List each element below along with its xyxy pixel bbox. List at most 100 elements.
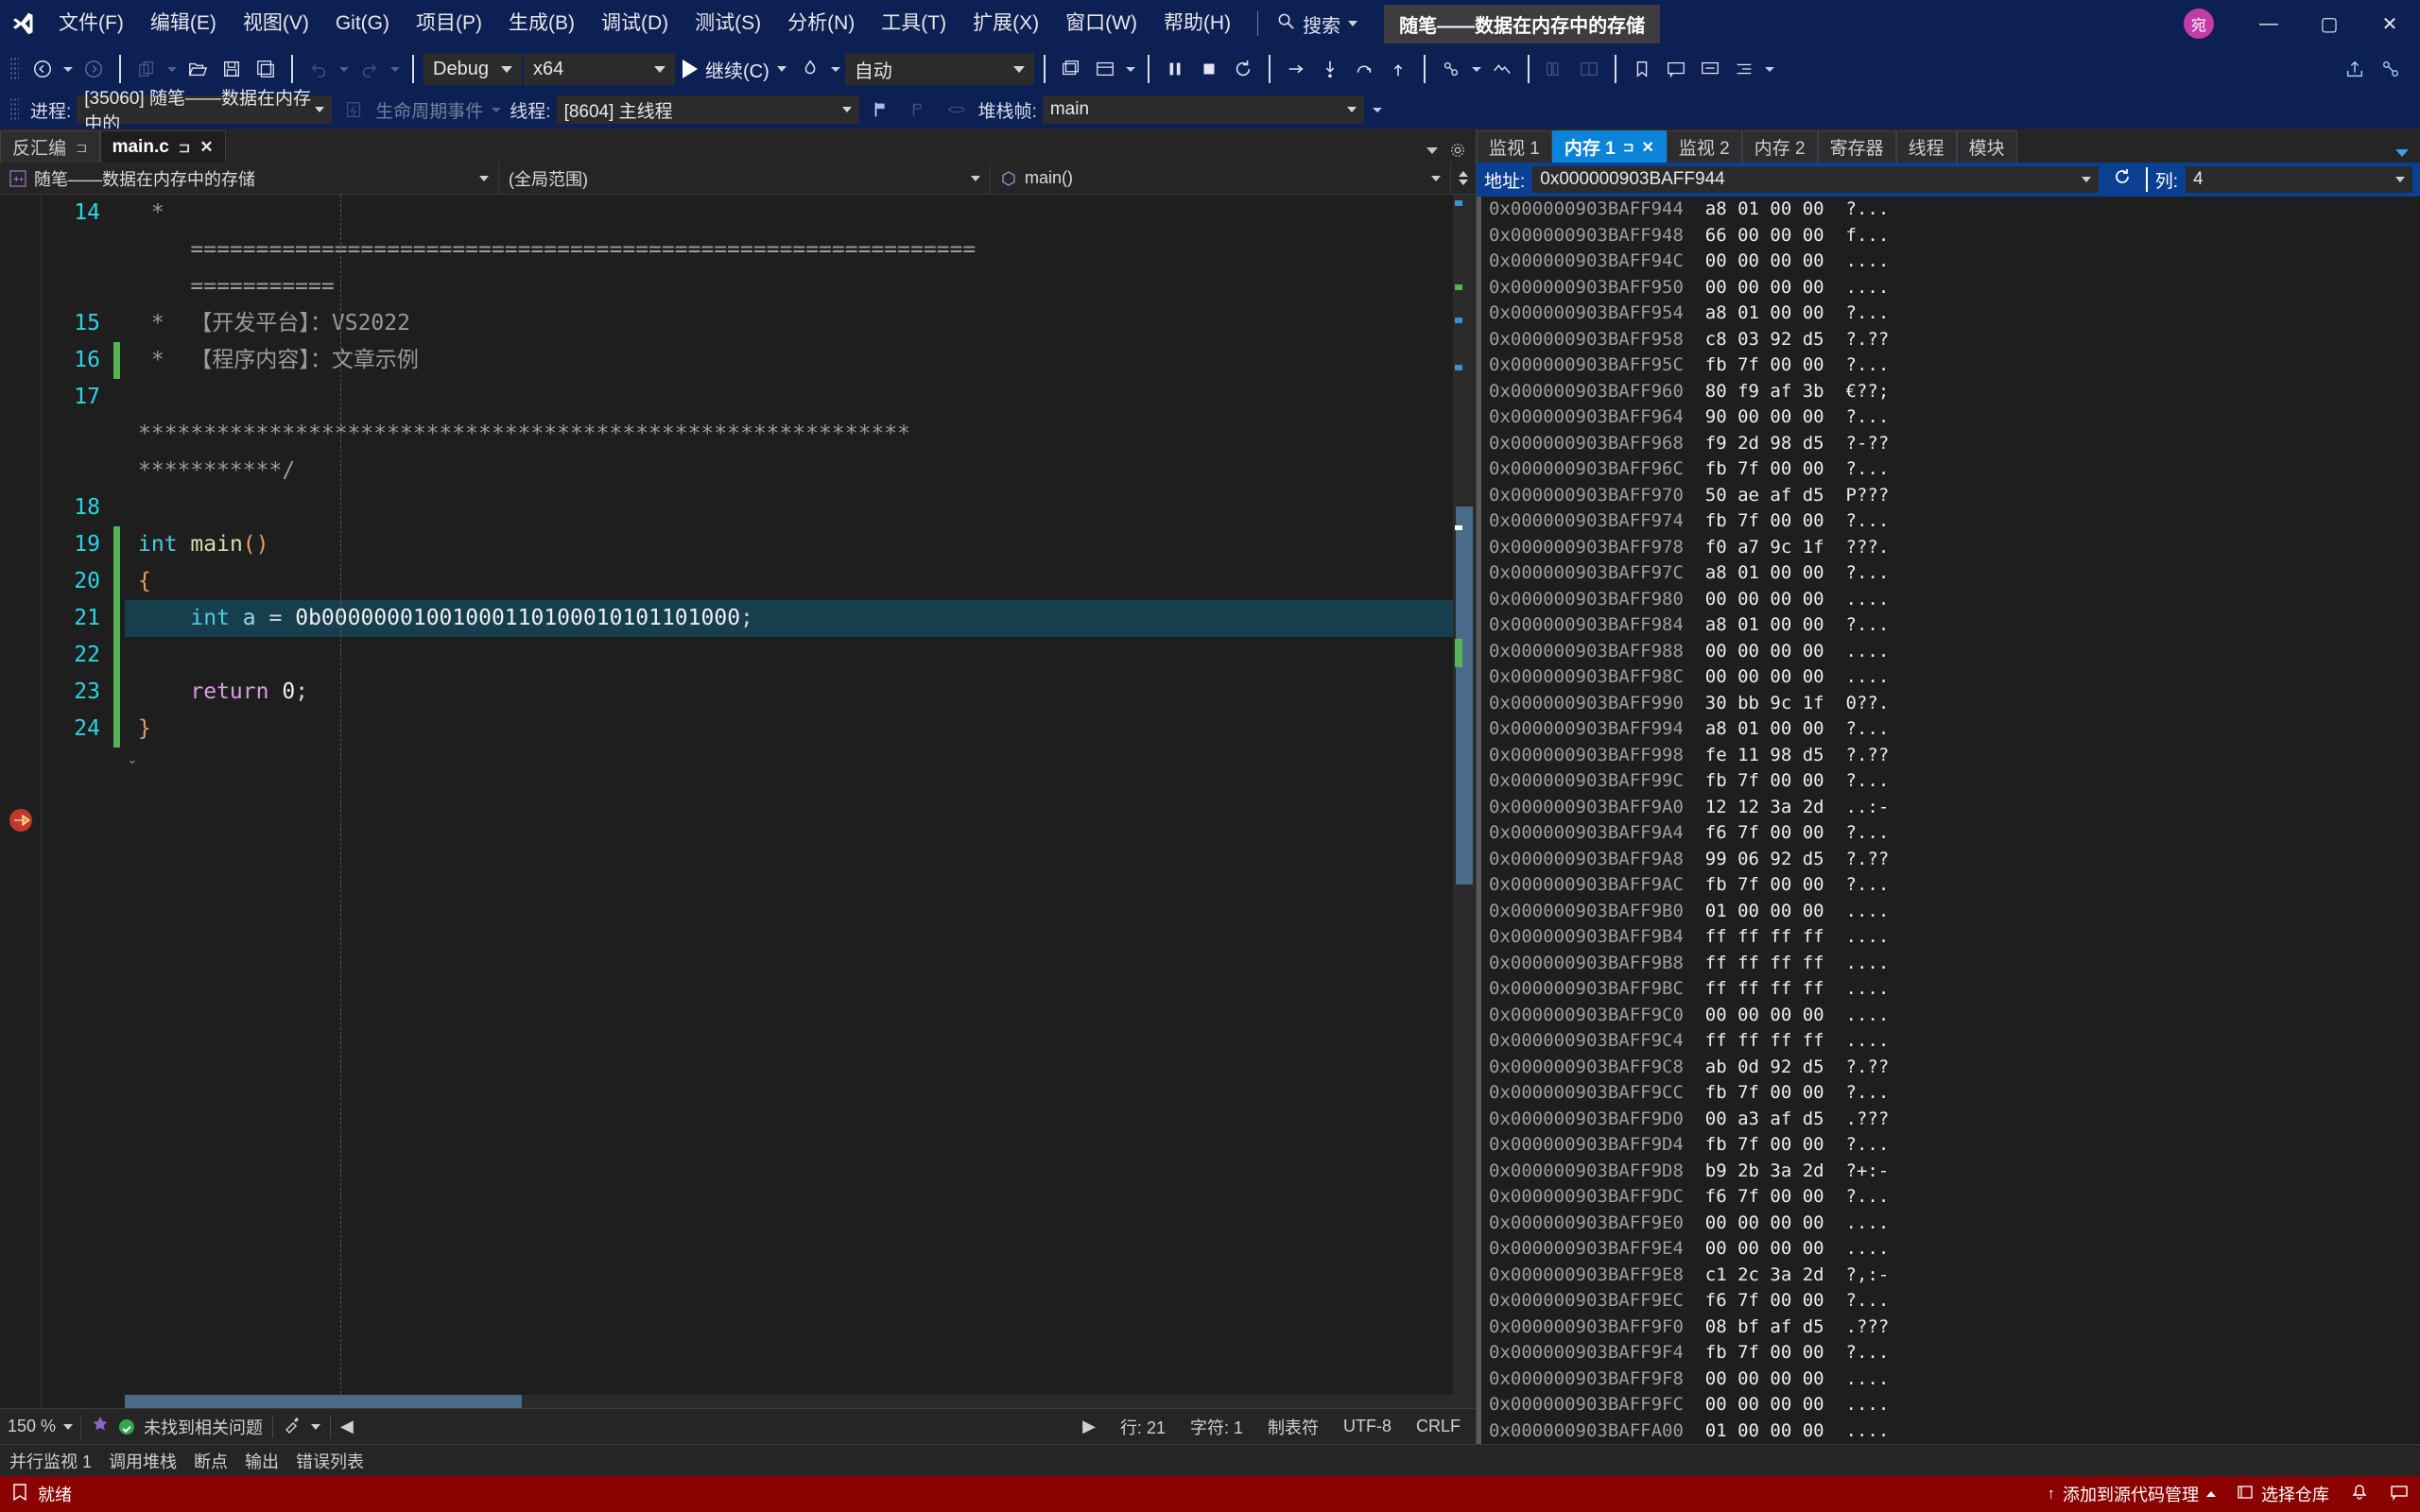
navigate-forward-icon[interactable] [78, 53, 110, 85]
continue-button[interactable]: 继续(C) [677, 53, 792, 85]
window-layout-dropdown[interactable] [1123, 53, 1138, 85]
restart-icon[interactable] [1227, 53, 1259, 85]
pin-icon[interactable]: ⊐ [1623, 139, 1634, 155]
code-line[interactable]: * 【程序内容】：文章示例 [125, 342, 1453, 379]
memory-row[interactable]: 0x000000903BAFF9AC fb 7f 00 00 ?... [1489, 872, 2420, 899]
menu-item-debug[interactable]: 调试(D) [588, 0, 682, 47]
step-into-icon[interactable] [1314, 53, 1346, 85]
memory-row[interactable]: 0x000000903BAFF9EC f6 7f 00 00 ?... [1489, 1288, 2420, 1314]
code-line[interactable]: return 0; [125, 674, 1453, 711]
memory-row[interactable]: 0x000000903BAFF988 00 00 00 00 .... [1489, 639, 2420, 665]
notifications-icon[interactable] [2350, 1483, 2369, 1506]
memory-row[interactable]: 0x000000903BAFF9B8 ff ff ff ff .... [1489, 951, 2420, 977]
step-out-icon[interactable] [1382, 53, 1414, 85]
nav-scroll-buttons[interactable] [1451, 171, 1476, 185]
memory-row[interactable]: 0x000000903BAFF958 c8 03 92 d5 ?.?? [1489, 327, 2420, 353]
lifecycle-events-dropdown[interactable] [489, 94, 504, 126]
memory-row[interactable]: 0x000000903BAFF9FC 00 00 00 00 .... [1489, 1392, 2420, 1418]
indent-icon[interactable] [1728, 53, 1760, 85]
memory-row[interactable]: 0x000000903BAFF95C fb 7f 00 00 ?... [1489, 352, 2420, 379]
horizontal-scrollbar[interactable] [125, 1395, 1453, 1408]
memory-row[interactable]: 0x000000903BAFF964 90 00 00 00 ?... [1489, 404, 2420, 431]
flag-all-threads-icon[interactable] [903, 94, 935, 126]
toolbar-overflow[interactable] [1762, 53, 1777, 85]
tab-modules[interactable]: 模块 [1956, 130, 2017, 163]
pin-icon[interactable]: ⊐ [179, 139, 191, 156]
bottom-tab-breakpoints[interactable]: 断点 [194, 1449, 228, 1473]
scope-select[interactable]: (全局范围) [499, 162, 991, 195]
hot-reload-dropdown[interactable] [828, 53, 843, 85]
memory-row[interactable]: 0x000000903BAFF960 80 f9 af 3b €??; [1489, 379, 2420, 405]
process-attach-icon[interactable] [1055, 53, 1087, 85]
bottom-tab-parallel-watch[interactable]: 并行监视 1 [9, 1449, 92, 1473]
menu-item-extensions[interactable]: 扩展(X) [959, 0, 1052, 47]
show-flagged-only-icon[interactable] [941, 94, 973, 126]
menu-item-analyze[interactable]: 分析(N) [774, 0, 868, 47]
memory-row[interactable]: 0x000000903BAFF9A8 99 06 92 d5 ?.?? [1489, 847, 2420, 873]
member-select[interactable]: main() [991, 162, 1451, 195]
memory-row[interactable]: 0x000000903BAFF9C4 ff ff ff ff .... [1489, 1028, 2420, 1055]
vertical-scrollbar[interactable] [1453, 195, 1476, 1408]
code-line[interactable]: ========================================… [125, 232, 1453, 268]
flag-thread-icon[interactable] [865, 94, 897, 126]
hot-reload-icon[interactable] [794, 53, 826, 85]
select-repository-button[interactable]: 选择仓库 [2237, 1482, 2329, 1506]
window-layout-icon[interactable] [1089, 53, 1121, 85]
menu-item-tools[interactable]: 工具(T) [868, 0, 959, 47]
code-line[interactable]: { [125, 563, 1453, 600]
memory-row[interactable]: 0x000000903BAFF9E8 c1 2c 3a 2d ?,:- [1489, 1263, 2420, 1289]
code-line[interactable]: * 【开发平台】：VS2022 [125, 305, 1453, 342]
menu-item-project[interactable]: 项目(P) [403, 0, 495, 47]
split-view-icon[interactable] [1573, 53, 1605, 85]
memory-row[interactable]: 0x000000903BAFF9A4 f6 7f 00 00 ?... [1489, 820, 2420, 847]
thread-marker-dropdown[interactable] [1469, 53, 1484, 85]
show-next-statement-icon[interactable] [1280, 53, 1312, 85]
maximize-button[interactable]: ▢ [2299, 0, 2360, 47]
memory-row[interactable]: 0x000000903BAFF9D4 fb 7f 00 00 ?... [1489, 1132, 2420, 1159]
memory-row[interactable]: 0x000000903BAFFA00 01 00 00 00 .... [1489, 1418, 2420, 1445]
close-icon[interactable]: ✕ [1641, 138, 1653, 157]
code-line[interactable]: =========== [125, 268, 1453, 305]
undo-dropdown[interactable] [337, 53, 352, 85]
memory-row[interactable]: 0x000000903BAFF998 fe 11 98 d5 ?.?? [1489, 743, 2420, 769]
menu-item-edit[interactable]: 编辑(E) [137, 0, 230, 47]
memory-row[interactable]: 0x000000903BAFF968 f9 2d 98 d5 ?-?? [1489, 431, 2420, 457]
share-icon[interactable] [2339, 53, 2371, 85]
menu-item-file[interactable]: 文件(F) [45, 0, 137, 47]
code-text-area[interactable]: * ======================================… [125, 195, 1453, 1408]
redo-dropdown[interactable] [388, 53, 403, 85]
tab-memory-2[interactable]: 内存 2 [1741, 130, 1818, 163]
memory-row[interactable]: 0x000000903BAFF9B0 01 00 00 00 .... [1489, 899, 2420, 925]
solution-platform-select[interactable]: x64 [524, 53, 675, 85]
code-line[interactable]: ****************************************… [125, 416, 1453, 453]
save-all-icon[interactable] [250, 53, 282, 85]
tab-watch-1[interactable]: 监视 1 [1477, 130, 1552, 163]
zoom-level-select[interactable]: 150 % [8, 1414, 82, 1439]
memory-row[interactable]: 0x000000903BAFF948 66 00 00 00 f... [1489, 223, 2420, 249]
stop-debugging-icon[interactable] [1193, 53, 1225, 85]
memory-row[interactable]: 0x000000903BAFF9E4 00 00 00 00 .... [1489, 1236, 2420, 1263]
vertical-scrollbar-thumb[interactable] [1456, 507, 1473, 885]
tab-main-c[interactable]: main.c ⊐ ✕ [99, 130, 226, 163]
bottom-tab-call-stack[interactable]: 调用堆栈 [109, 1449, 177, 1473]
columns-icon[interactable] [1539, 53, 1571, 85]
thread-select[interactable]: [8604] 主线程 [556, 95, 859, 124]
code-cleanup-icon[interactable] [283, 1415, 302, 1438]
memory-row[interactable]: 0x000000903BAFF9A0 12 12 3a 2d ..:- [1489, 795, 2420, 821]
memory-row[interactable]: 0x000000903BAFF974 fb 7f 00 00 ?... [1489, 508, 2420, 535]
memory-row[interactable]: 0x000000903BAFF98C 00 00 00 00 .... [1489, 664, 2420, 691]
step-over-icon[interactable] [1348, 53, 1380, 85]
new-project-dropdown[interactable] [164, 53, 180, 85]
menu-item-build[interactable]: 生成(B) [495, 0, 588, 47]
project-select[interactable]: + + 随笔——数据在内存中的存储 [0, 162, 499, 195]
feedback-icon[interactable] [2390, 1483, 2409, 1506]
new-project-icon[interactable] [130, 53, 163, 85]
thread-marker-icon[interactable] [1435, 53, 1467, 85]
open-file-icon[interactable] [182, 53, 214, 85]
memory-row[interactable]: 0x000000903BAFF954 a8 01 00 00 ?... [1489, 301, 2420, 327]
close-button[interactable]: ✕ [2360, 0, 2420, 47]
menu-item-view[interactable]: 视图(V) [230, 0, 322, 47]
memory-grid[interactable]: 0x000000903BAFF944 a8 01 00 00 ?... 0x000… [1477, 197, 2420, 1444]
memory-row[interactable]: 0x000000903BAFF9BC ff ff ff ff .... [1489, 976, 2420, 1003]
memory-row[interactable]: 0x000000903BAFF994 a8 01 00 00 ?... [1489, 716, 2420, 743]
